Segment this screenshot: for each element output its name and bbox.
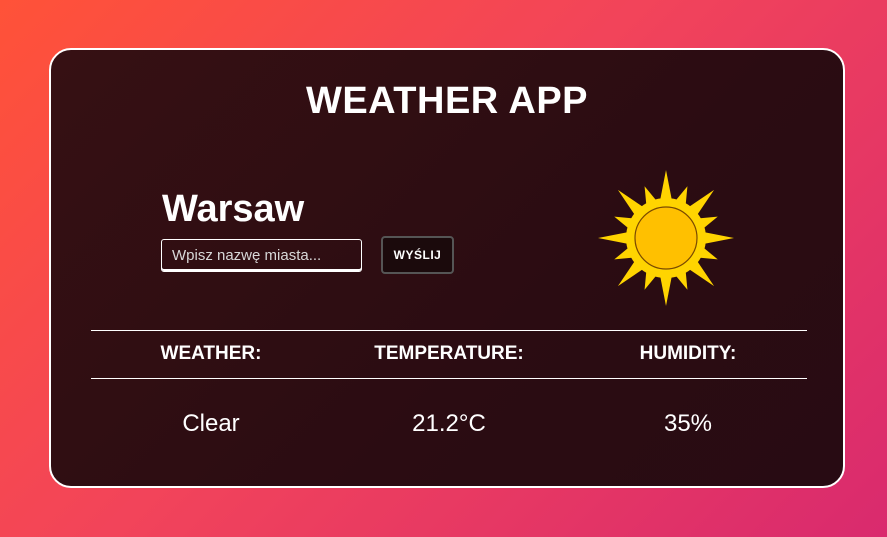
city-search-input[interactable] <box>161 239 362 272</box>
temperature-value: 21.2°C <box>412 410 486 437</box>
details-divider-top <box>91 330 807 331</box>
weather-header: WEATHER: <box>160 343 262 364</box>
sun-icon <box>598 170 734 306</box>
app-title: WEATHER APP <box>305 80 589 122</box>
weather-card: WEATHER APP Warsaw WYŚLIJ WEATHER: TEMPE… <box>49 48 845 488</box>
sun-ray <box>701 231 734 245</box>
sun-core <box>634 206 698 270</box>
humidity-header: HUMIDITY: <box>639 343 737 364</box>
weather-value: Clear <box>182 410 240 437</box>
temperature-header: TEMPERATURE: <box>374 343 524 364</box>
details-divider-bottom <box>91 378 807 379</box>
humidity-value: 35% <box>663 410 713 437</box>
city-name: Warsaw <box>162 188 305 230</box>
sun-ray <box>659 170 673 203</box>
sun-ray <box>659 273 673 306</box>
sun-ray <box>598 231 631 245</box>
submit-button[interactable]: WYŚLIJ <box>381 236 454 274</box>
